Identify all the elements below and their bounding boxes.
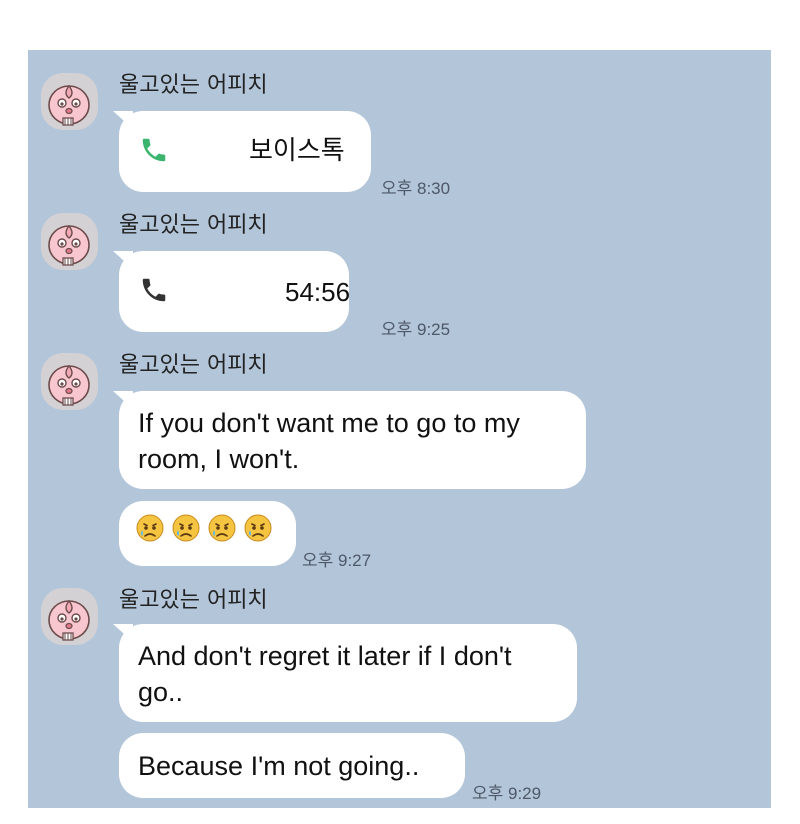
sender-name: 울고있는 어피치 xyxy=(119,353,268,378)
crying-face-icon xyxy=(171,513,201,543)
apeach-icon xyxy=(48,364,90,406)
profile-avatar[interactable] xyxy=(41,588,98,645)
apeach-icon xyxy=(48,224,90,266)
sender-name: 울고있는 어피치 xyxy=(119,73,268,98)
message-time: 오후 9:25 xyxy=(381,320,451,339)
profile-avatar[interactable] xyxy=(41,353,98,410)
voice-call-bubble[interactable]: 보이스톡 xyxy=(119,111,371,192)
phone-icon xyxy=(139,135,169,165)
sender-name: 울고있는 어피치 xyxy=(119,588,268,613)
message-time: 오후 9:27 xyxy=(302,551,372,570)
message-bubble[interactable]: And don't regret it later if I don't go.… xyxy=(119,624,577,722)
message-text: Because I'm not going.. xyxy=(138,751,420,781)
sender-name: 울고있는 어피치 xyxy=(119,213,268,238)
message-text: And don't regret it later if I don't go.… xyxy=(138,641,512,707)
message-bubble[interactable]: If you don't want me to go to my room, I… xyxy=(119,391,586,489)
message-text: If you don't want me to go to my room, I… xyxy=(138,408,520,474)
profile-avatar[interactable] xyxy=(41,213,98,270)
message-bubble[interactable]: Because I'm not going.. xyxy=(119,733,465,798)
crying-face-icon xyxy=(243,513,273,543)
crying-face-icon xyxy=(135,513,165,543)
call-label: 보이스톡 xyxy=(249,135,345,165)
call-duration-bubble[interactable]: 54:56 xyxy=(119,251,351,332)
apeach-icon xyxy=(48,84,90,126)
message-time: 오후 9:29 xyxy=(472,784,542,803)
crying-face-icon xyxy=(207,513,237,543)
phone-icon xyxy=(139,275,169,305)
chat-room: 울고있는 어피치 보이스톡 오후 8:30 울고있는 어피치 54:56 오후 … xyxy=(28,50,771,808)
call-duration: 54:56 xyxy=(285,277,351,307)
emoji-message-bubble[interactable] xyxy=(119,501,296,566)
message-time: 오후 8:30 xyxy=(381,179,451,198)
profile-avatar[interactable] xyxy=(41,73,98,130)
apeach-icon xyxy=(48,599,90,641)
